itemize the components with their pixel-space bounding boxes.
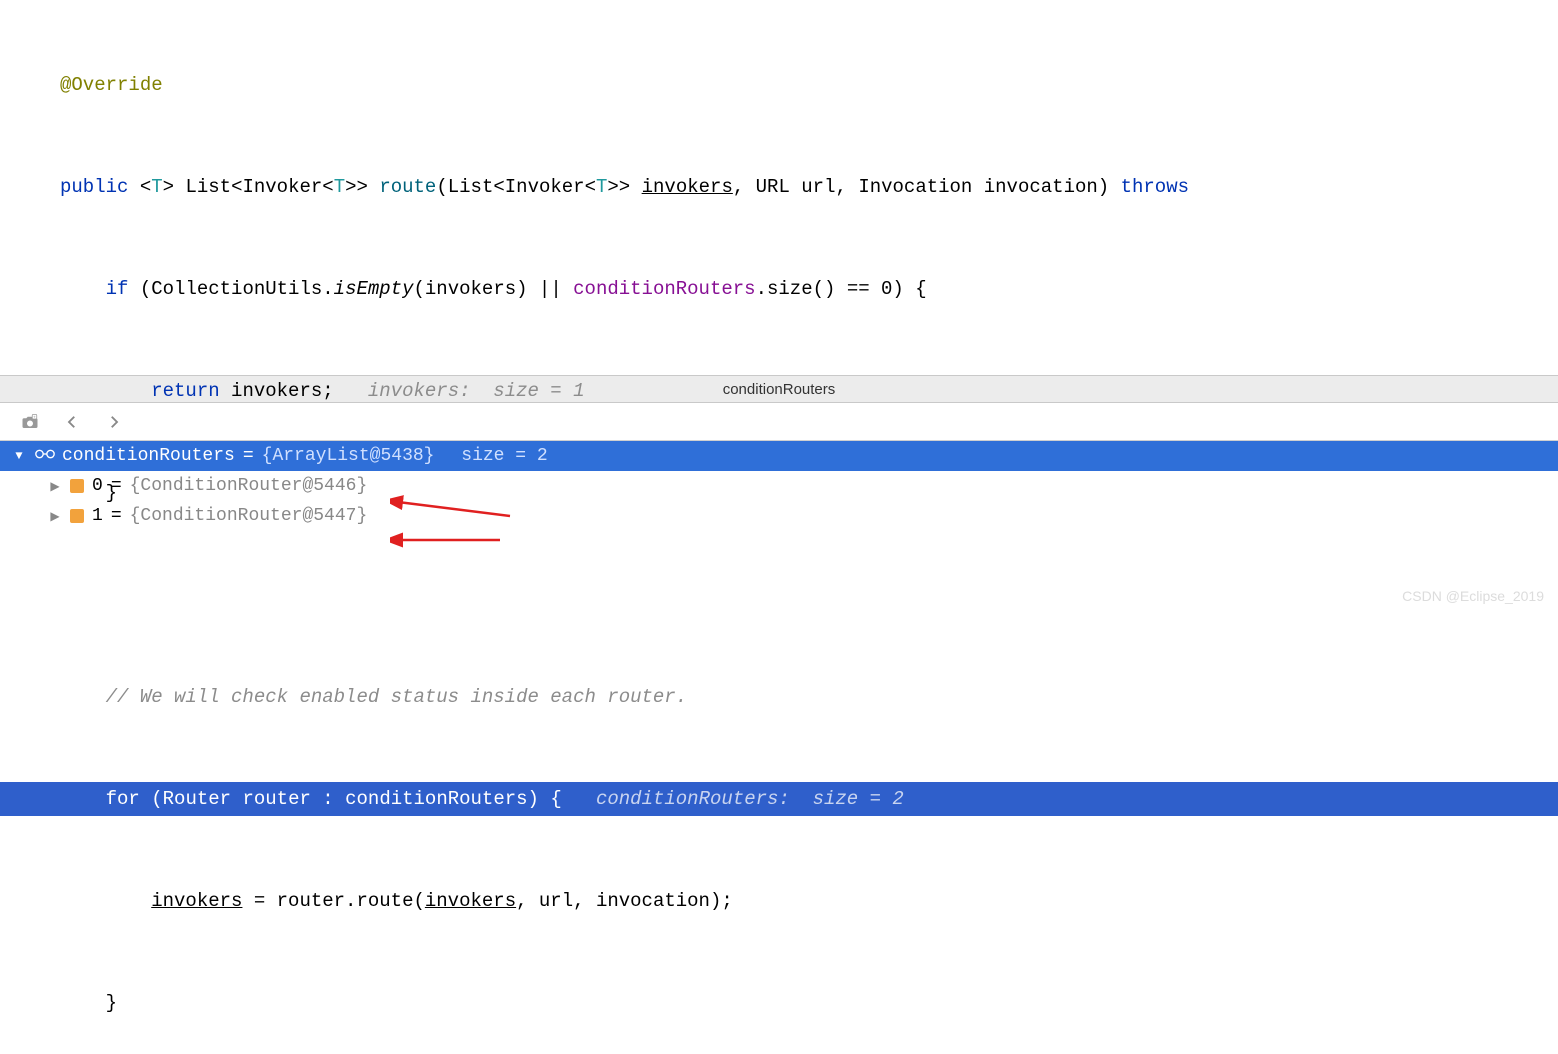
code-line: if (CollectionUtils.isEmpty(invokers) ||… — [0, 272, 1558, 306]
code-line: } — [0, 476, 1558, 510]
code-line: } — [0, 986, 1558, 1020]
code-line: // We will check enabled status inside e… — [0, 680, 1558, 714]
watermark: CSDN @Eclipse_2019 — [1402, 588, 1544, 604]
code-line: invokers = router.route(invokers, url, i… — [0, 884, 1558, 918]
inline-hint: conditionRouters: size = 2 — [596, 788, 904, 810]
inline-hint: invokers: size = 1 — [368, 380, 585, 402]
code-line — [0, 578, 1558, 612]
code-editor[interactable]: @Override public <T> List<Invoker<T>> ro… — [0, 0, 1558, 375]
code-line: @Override — [0, 68, 1558, 102]
code-line: return invokers; invokers: size = 1 — [0, 374, 1558, 408]
code-line: public <T> List<Invoker<T>> route(List<I… — [0, 170, 1558, 204]
annotation: @Override — [60, 74, 163, 96]
code-line-current: for (Router router : conditionRouters) {… — [0, 782, 1558, 816]
